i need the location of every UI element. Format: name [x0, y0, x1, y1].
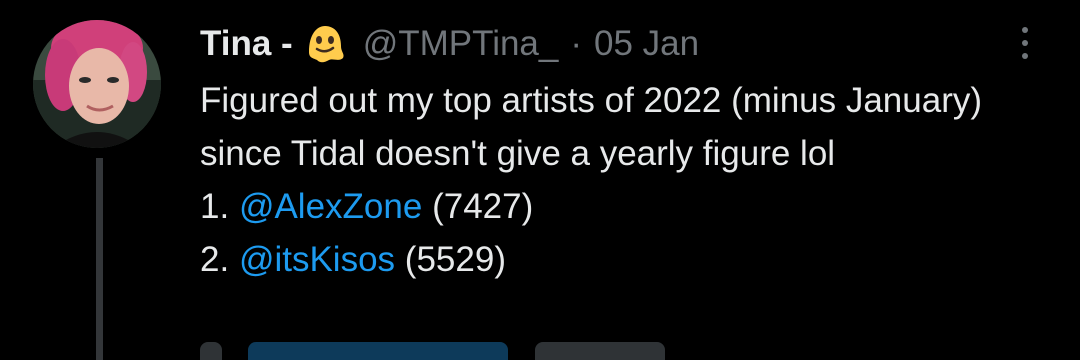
thread-connector-line [96, 158, 103, 360]
tweet-date[interactable]: 05 Jan [594, 24, 699, 64]
truncated-mention [248, 342, 509, 360]
mention-link[interactable]: @itsKisos [239, 240, 395, 279]
separator-dot: · [570, 24, 583, 63]
display-name[interactable]: Tina - [200, 24, 293, 64]
tweet-text: Figured out my top artists of 2022 (minu… [200, 74, 1020, 286]
list-item: 1. @AlexZone (7427) [200, 180, 1020, 233]
melting-face-emoji-icon [303, 22, 347, 66]
avatar-image [33, 20, 161, 148]
list-rank: 2. [200, 240, 230, 279]
list-item: 2. @itsKisos (5529) [200, 233, 1020, 286]
list-count: (7427) [432, 187, 534, 226]
avatar[interactable] [33, 20, 161, 148]
truncated-list-item [200, 342, 760, 360]
truncated-count [534, 342, 665, 360]
more-options-icon[interactable] [1014, 20, 1036, 66]
list-count: (5529) [404, 240, 506, 279]
mention-link[interactable]: @AlexZone [239, 187, 422, 226]
user-handle[interactable]: @TMPTina_ [363, 24, 559, 64]
truncated-rank [200, 342, 222, 360]
tweet-header: Tina - @TMPTina_ · 05 Jan [200, 20, 699, 68]
list-rank: 1. [200, 187, 230, 226]
tweet-text-paragraph: Figured out my top artists of 2022 (minu… [200, 81, 983, 173]
tweet[interactable]: Tina - @TMPTina_ · 05 Jan Figured out my… [0, 0, 1080, 360]
